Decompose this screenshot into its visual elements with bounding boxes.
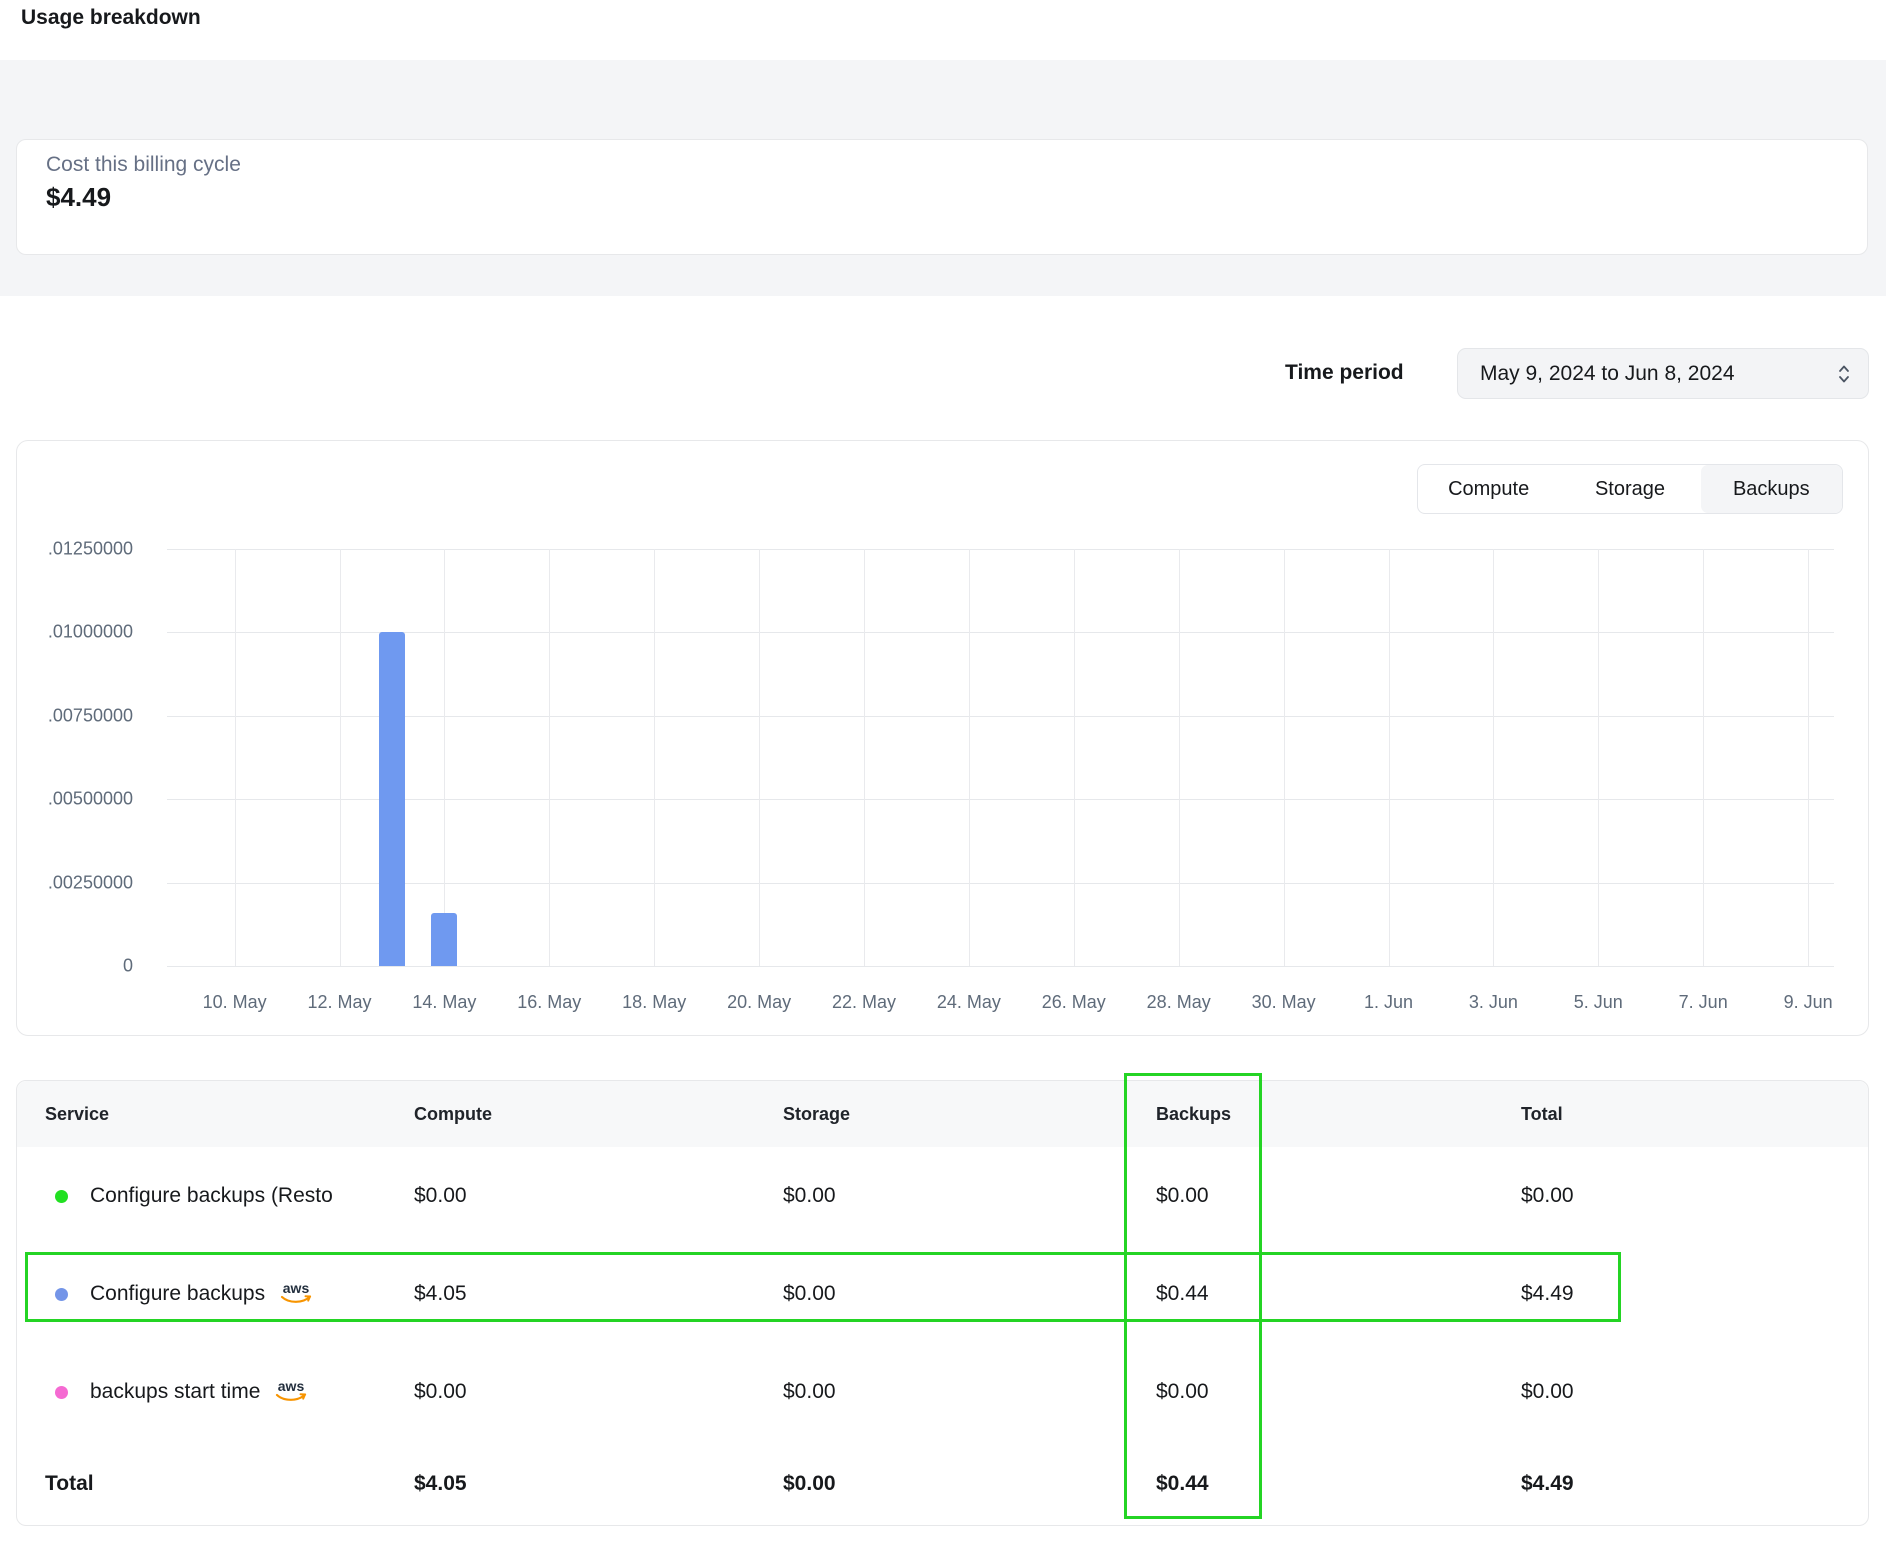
column-header-service: Service: [45, 1081, 109, 1147]
service-name: Configure backups: [90, 1282, 265, 1306]
usage-table: Service Compute Storage Backups Total Co…: [16, 1080, 1869, 1526]
backups-total: $0.44: [1156, 1472, 1209, 1496]
storage-value: $0.00: [783, 1184, 836, 1208]
service-cell: Configure backups aws: [55, 1281, 314, 1307]
storage-value: $0.00: [783, 1380, 836, 1404]
usage-chart-card: [16, 440, 1869, 1036]
column-header-compute: Compute: [414, 1081, 492, 1147]
page-title: Usage breakdown: [21, 6, 201, 30]
aws-logo-icon: aws: [278, 1281, 314, 1307]
grand-total: $4.49: [1521, 1472, 1574, 1496]
storage-value: $0.00: [783, 1282, 836, 1306]
table-total-row: Total $4.05 $0.00 $0.44 $4.49: [17, 1441, 1868, 1527]
total-value: $0.00: [1521, 1380, 1574, 1404]
aws-logo-icon: aws: [273, 1379, 309, 1405]
column-header-storage: Storage: [783, 1081, 850, 1147]
backups-value: $0.44: [1156, 1282, 1209, 1306]
time-period-label: Time period: [1285, 361, 1404, 385]
tab-compute[interactable]: Compute: [1418, 465, 1559, 513]
total-value: $4.49: [1521, 1282, 1574, 1306]
usage-breakdown-page: Usage breakdown Cost this billing cycle …: [0, 0, 1886, 1548]
table-row: Configure backups (Resto $0.00 $0.00 $0.…: [17, 1147, 1868, 1245]
time-period-select[interactable]: May 9, 2024 to Jun 8, 2024: [1457, 348, 1869, 399]
column-header-backups: Backups: [1156, 1081, 1231, 1147]
service-name: Configure backups (Resto: [90, 1184, 333, 1208]
select-updown-icon: [1836, 362, 1852, 386]
compute-value: $0.00: [414, 1184, 467, 1208]
table-header-row: Service Compute Storage Backups Total: [17, 1081, 1868, 1147]
bar-14-may[interactable]: [431, 913, 457, 966]
time-period-value: May 9, 2024 to Jun 8, 2024: [1480, 362, 1735, 386]
storage-total: $0.00: [783, 1472, 836, 1496]
svg-text:aws: aws: [278, 1379, 305, 1394]
compute-value: $4.05: [414, 1282, 467, 1306]
metric-tabs: Compute Storage Backups: [1417, 464, 1843, 514]
column-header-total: Total: [1521, 1081, 1563, 1147]
tab-storage[interactable]: Storage: [1559, 465, 1700, 513]
billing-cycle-label: Cost this billing cycle: [46, 153, 1838, 177]
billing-cycle-amount: $4.49: [46, 182, 1838, 212]
service-dot: [55, 1386, 68, 1399]
backups-value: $0.00: [1156, 1380, 1209, 1404]
billing-cycle-card: Cost this billing cycle $4.49: [16, 139, 1868, 255]
svg-text:aws: aws: [283, 1281, 310, 1296]
tab-backups[interactable]: Backups: [1701, 465, 1842, 513]
service-cell: Configure backups (Resto: [55, 1184, 333, 1208]
bar-13-may[interactable]: [379, 632, 405, 966]
total-row-label: Total: [45, 1472, 94, 1496]
billing-summary-section: Cost this billing cycle $4.49: [0, 60, 1886, 296]
service-dot: [55, 1190, 68, 1203]
table-row: Configure backups aws $4.05 $0.00 $0.44 …: [17, 1245, 1868, 1343]
backups-value: $0.00: [1156, 1184, 1209, 1208]
service-dot: [55, 1288, 68, 1301]
compute-total: $4.05: [414, 1472, 467, 1496]
service-name: backups start time: [90, 1380, 260, 1404]
total-value: $0.00: [1521, 1184, 1574, 1208]
table-row: backups start time aws $0.00 $0.00 $0.00…: [17, 1343, 1868, 1441]
service-cell: backups start time aws: [55, 1379, 309, 1405]
compute-value: $0.00: [414, 1380, 467, 1404]
